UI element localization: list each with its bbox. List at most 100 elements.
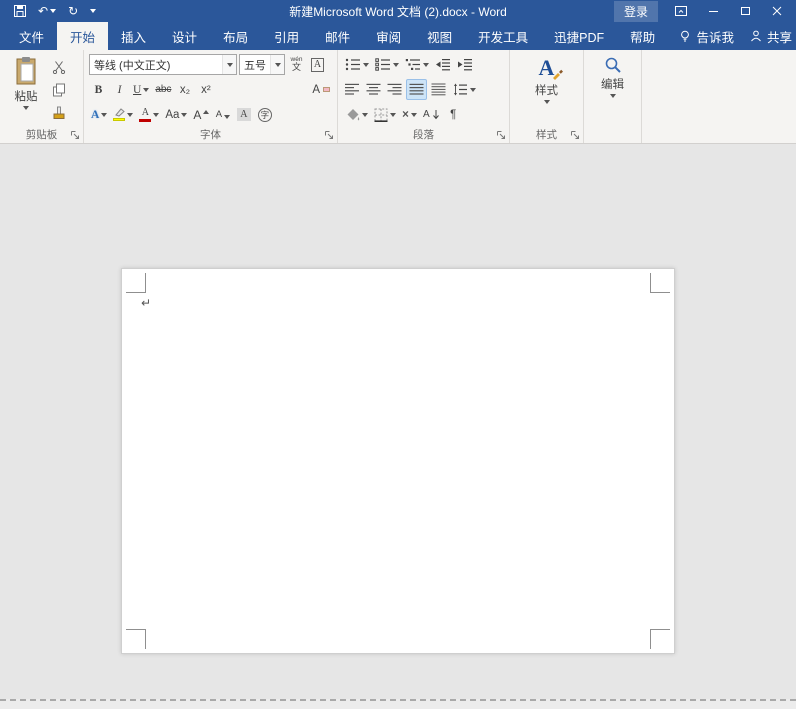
distribute-text-icon [431,83,446,96]
font-name-combobox[interactable]: 等线 (中文正文) [89,54,237,75]
ribbon-display-options-button[interactable] [672,3,690,19]
eraser-icon [323,87,330,92]
tab-insert[interactable]: 插入 [108,22,159,50]
lightbulb-icon [681,30,690,42]
shrink-font-icon: A [215,109,223,120]
close-button[interactable] [768,3,786,19]
asian-layout-button[interactable]: × [400,104,419,125]
paste-label: 粘贴 [14,91,38,103]
shrink-font-button[interactable]: A [213,104,232,125]
distribute-text-button[interactable] [429,79,448,100]
character-border-button[interactable]: A [308,54,327,75]
chevron-down-icon [609,94,616,98]
align-left-button[interactable] [343,79,362,100]
tab-references[interactable]: 引用 [261,22,312,50]
tab-developer[interactable]: 开发工具 [465,22,541,50]
borders-button[interactable] [372,104,398,125]
styles-button[interactable]: A 样式 [513,52,580,126]
tabs-right-area: 告诉我 共享 [679,22,796,50]
tell-me-label: 告诉我 [696,30,734,45]
strikethrough-button[interactable]: abc [153,79,173,100]
superscript-button[interactable]: x² [196,79,215,100]
underline-icon: U [133,83,142,96]
phonetic-guide-button[interactable]: wén 文 [287,54,306,75]
multilevel-list-button[interactable] [403,54,431,75]
borders-icon [374,108,388,122]
italic-button[interactable]: I [110,79,129,100]
pilcrow-icon: ¶ [450,108,457,121]
increase-indent-button[interactable] [455,54,475,75]
sort-button[interactable]: A [421,104,442,125]
underline-button[interactable]: U [131,79,151,100]
maximize-button[interactable] [736,3,754,19]
tab-home[interactable]: 开始 [57,22,109,50]
editing-group: 编辑 [584,50,642,143]
chevron-down-icon [153,112,160,117]
tab-help[interactable]: 帮助 [617,22,668,50]
align-center-button[interactable] [364,79,383,100]
numbering-button[interactable] [373,54,401,75]
paste-button[interactable]: 粘贴 [3,52,49,126]
chevron-down-icon [543,100,550,104]
save-button[interactable] [14,5,26,17]
text-effects-button[interactable]: A [89,104,109,125]
tab-design[interactable]: 设计 [159,22,210,50]
align-center-icon [366,83,381,95]
cut-button[interactable] [49,56,68,77]
down-arrow-icon [224,114,231,119]
format-painter-icon [53,106,64,119]
share-button[interactable]: 共享 [750,27,792,46]
document-canvas[interactable]: ↵ [0,144,796,699]
quick-access-toolbar: ↶ ↻ [0,5,97,17]
tab-file[interactable]: 文件 [6,22,57,50]
tab-mailings[interactable]: 邮件 [312,22,363,50]
tab-review[interactable]: 审阅 [363,22,414,50]
font-size-dropdown[interactable] [270,55,284,74]
copy-button[interactable] [49,79,68,100]
paragraph-dialog-launcher[interactable] [496,130,507,141]
font-color-button[interactable]: A [137,104,161,125]
text-highlight-color-button[interactable] [111,104,135,125]
tab-view[interactable]: 视图 [414,22,465,50]
chevron-down-icon [363,62,369,67]
character-shading-button[interactable]: A [234,104,253,125]
align-right-button[interactable] [385,79,404,100]
decrease-indent-button[interactable] [433,54,453,75]
redo-icon: ↻ [68,4,79,18]
grow-font-button[interactable]: A [191,104,211,125]
font-name-dropdown[interactable] [222,55,236,74]
chevron-down-icon [362,112,368,117]
editing-button[interactable]: 编辑 [587,52,638,126]
undo-button[interactable]: ↶ [38,5,57,17]
format-painter-button[interactable] [49,102,68,123]
sign-in-button[interactable]: 登录 [613,0,658,22]
line-spacing-button[interactable] [450,79,478,100]
chevron-down-icon [101,112,108,117]
bold-button[interactable]: B [89,79,108,100]
clear-formatting-button[interactable]: A [310,79,332,100]
styles-dialog-launcher[interactable] [570,130,581,141]
bullets-button[interactable] [343,54,371,75]
justify-button[interactable] [406,79,427,100]
subscript-button[interactable]: x₂ [175,79,194,100]
customize-quick-access-button[interactable] [90,9,97,13]
change-case-button[interactable]: Aa [163,104,189,125]
tell-me-button[interactable]: 告诉我 [679,27,734,46]
enclose-characters-button[interactable]: 字 [255,104,274,125]
minimize-button[interactable] [704,3,722,19]
phonetic-guide-icon: wén 文 [290,55,303,73]
dialog-launcher-icon [71,131,79,139]
magnifier-icon [605,57,621,73]
tab-pdf[interactable]: 迅捷PDF [541,22,617,50]
document-page[interactable]: ↵ [121,268,675,654]
ribbon-display-options-icon [675,5,687,16]
font-size-combobox[interactable]: 五号 [239,54,285,75]
redo-button[interactable]: ↻ [68,5,78,17]
clipboard-dialog-launcher[interactable] [70,130,81,141]
shading-button[interactable] [343,104,370,125]
show-hide-marks-button[interactable]: ¶ [444,104,463,125]
chevron-down-icon [390,112,396,117]
tab-layout[interactable]: 布局 [210,22,261,50]
font-dialog-launcher[interactable] [324,130,335,141]
crop-mark-top-left [126,273,146,293]
